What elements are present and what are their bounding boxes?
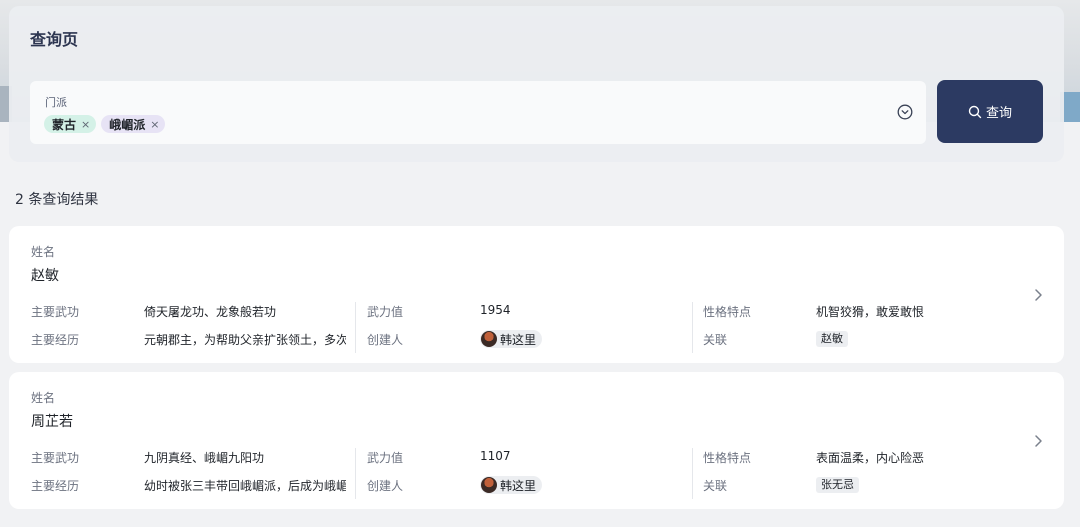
relation-tag: 赵敏 [816, 331, 848, 347]
power-value: 1954 [480, 303, 511, 317]
chevron-down-circle-icon[interactable] [897, 104, 913, 120]
query-panel: 查询页 门派 蒙古 × 峨嵋派 × 查询 [9, 6, 1064, 162]
tag-remove-icon[interactable]: × [150, 118, 159, 131]
result-card[interactable]: 姓名 周芷若 主要武功 九阴真经、峨嵋九阳功 主要经历 幼时被张三丰带回峨嵋派，… [9, 372, 1064, 509]
relation-tag: 张无忌 [816, 477, 859, 493]
name-label: 姓名 [31, 391, 56, 405]
faction-select-label: 门派 [45, 96, 67, 109]
history-value: 幼时被张三丰带回峨嵋派，后成为峨嵋 [144, 479, 346, 493]
column-divider [692, 302, 693, 353]
tag-emei: 峨嵋派 × [101, 115, 166, 133]
creator-chip: 韩这里 [480, 476, 543, 494]
trait-value: 机智狡猾，敢爱敢恨 [816, 305, 925, 319]
chevron-right-icon[interactable] [1032, 434, 1044, 448]
search-button[interactable]: 查询 [937, 80, 1043, 143]
page-title: 查询页 [30, 30, 79, 49]
power-label: 武力值 [367, 451, 404, 465]
history-label: 主要经历 [31, 479, 80, 493]
column-divider [692, 448, 693, 499]
creator-name: 韩这里 [500, 478, 537, 493]
column-divider [355, 302, 356, 353]
name-value: 赵敏 [31, 268, 59, 284]
trait-label: 性格特点 [703, 451, 752, 465]
avatar [481, 477, 497, 493]
creator-label: 创建人 [367, 479, 404, 493]
column-divider [355, 448, 356, 499]
relation-label: 关联 [703, 333, 728, 347]
skill-label: 主要武功 [31, 451, 80, 465]
tag-remove-icon[interactable]: × [81, 118, 90, 131]
skill-value: 九阴真经、峨嵋九阳功 [144, 451, 265, 465]
selected-tags: 蒙古 × 峨嵋派 × [44, 115, 166, 133]
creator-name: 韩这里 [500, 332, 537, 347]
power-label: 武力值 [367, 305, 404, 319]
search-button-label: 查询 [985, 105, 1012, 120]
avatar [481, 331, 497, 347]
tag-mongol: 蒙古 × [44, 115, 97, 133]
creator-chip: 韩这里 [480, 330, 543, 348]
trait-value: 表面温柔，内心险恶 [816, 451, 925, 465]
skill-label: 主要武功 [31, 305, 80, 319]
search-icon [968, 105, 982, 118]
chevron-right-icon[interactable] [1032, 288, 1044, 302]
creator-label: 创建人 [367, 333, 404, 347]
faction-select[interactable]: 门派 蒙古 × 峨嵋派 × [30, 81, 926, 144]
relation-label: 关联 [703, 479, 728, 493]
trait-label: 性格特点 [703, 305, 752, 319]
result-card[interactable]: 姓名 赵敏 主要武功 倚天屠龙功、龙象般若功 主要经历 元朝郡主，为帮助父亲扩张… [9, 226, 1064, 363]
history-label: 主要经历 [31, 333, 80, 347]
name-value: 周芷若 [31, 414, 73, 430]
name-label: 姓名 [31, 245, 56, 259]
history-value: 元朝郡主，为帮助父亲扩张领土，多次 [144, 333, 346, 347]
power-value: 1107 [480, 449, 511, 463]
tag-label: 峨嵋派 [109, 117, 146, 132]
tag-label: 蒙古 [52, 117, 77, 132]
result-count: 2 条查询结果 [15, 192, 99, 208]
skill-value: 倚天屠龙功、龙象般若功 [144, 305, 277, 319]
